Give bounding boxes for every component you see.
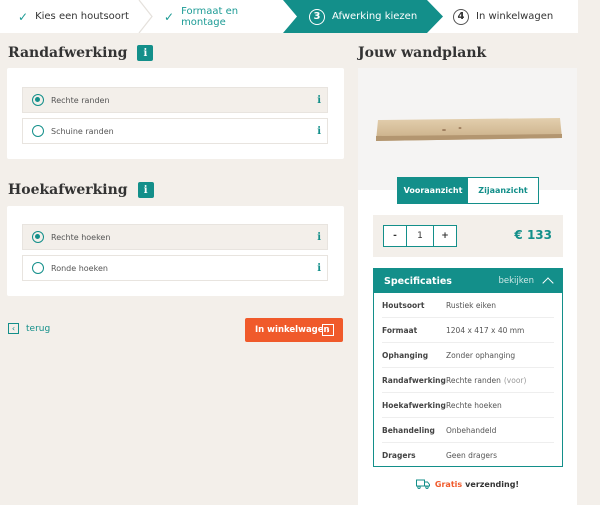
back-link[interactable]: ‹ terug xyxy=(8,323,50,334)
spec-value: Zonder ophanging xyxy=(446,350,516,360)
step-label: In winkelwagen xyxy=(476,11,554,22)
step-number: 4 xyxy=(453,8,469,25)
option-label: Schuine randen xyxy=(51,126,114,136)
option-schuine-randen[interactable]: Schuine randen i xyxy=(22,118,328,144)
specifications-title: Specificaties xyxy=(384,275,452,287)
product-panel: Vooraanzicht Zijaanzicht - 1 + € 133 Spe… xyxy=(358,68,577,505)
product-price: € 133 xyxy=(514,228,552,242)
step-formaat[interactable]: ✓ Formaat en montage xyxy=(152,0,282,33)
chevron-right-icon: › xyxy=(322,324,334,336)
radio-icon[interactable] xyxy=(32,262,44,274)
tab-zijaanzicht[interactable]: Zijaanzicht xyxy=(468,178,538,203)
quantity-price-box: - 1 + € 133 xyxy=(373,215,563,257)
spec-row: Behandeling Onbehandeld xyxy=(382,418,554,443)
radio-selected-icon[interactable] xyxy=(32,94,44,106)
option-ronde-hoeken[interactable]: Ronde hoeken i xyxy=(22,255,328,281)
spec-value: Rechte hoeken xyxy=(446,400,502,410)
spec-row: Dragers Geen dragers xyxy=(382,443,554,468)
shipping-note: Gratis verzending! xyxy=(358,479,577,489)
increase-button[interactable]: + xyxy=(434,226,456,246)
step-label: Afwerking kiezen xyxy=(332,11,418,22)
option-rechte-hoeken[interactable]: Rechte hoeken i xyxy=(22,224,328,250)
step-number: 3 xyxy=(309,8,325,25)
shelf-image xyxy=(376,118,562,141)
quantity-value[interactable]: 1 xyxy=(406,226,434,246)
info-icon[interactable]: i xyxy=(317,232,321,243)
spec-key: Formaat xyxy=(382,325,418,335)
back-label: terug xyxy=(26,323,51,334)
edge-title: Randafwerking xyxy=(8,45,128,61)
radio-selected-icon[interactable] xyxy=(32,231,44,243)
step-houtsoort[interactable]: ✓ Kies een houtsoort xyxy=(0,0,152,33)
spec-key: Randafwerking xyxy=(382,375,446,385)
view-toggle: Vooraanzicht Zijaanzicht xyxy=(397,177,539,204)
decrease-button[interactable]: - xyxy=(384,226,406,246)
product-title: Jouw wandplank xyxy=(358,45,487,61)
corner-options-panel: Rechte hoeken i Ronde hoeken i xyxy=(7,206,344,296)
spec-value: 1204 x 417 x 40 mm xyxy=(446,325,525,335)
spec-value: Geen dragers xyxy=(446,451,497,460)
check-icon: ✓ xyxy=(18,9,29,24)
spec-value: Onbehandeld xyxy=(446,425,497,435)
spec-value: Rechte randen xyxy=(446,375,501,385)
option-rechte-randen[interactable]: Rechte randen i xyxy=(22,87,328,113)
spec-note: (voor) xyxy=(503,375,527,385)
tab-vooraanzicht[interactable]: Vooraanzicht xyxy=(398,178,468,203)
truck-icon xyxy=(415,479,430,489)
option-label: Ronde hoeken xyxy=(51,263,108,273)
edge-options-panel: Rechte randen i Schuine randen i xyxy=(7,68,344,159)
free-label: Gratis xyxy=(434,479,463,489)
cart-button-label: In winkelwagen xyxy=(255,325,330,335)
spec-key: Hoekafwerking xyxy=(382,400,446,410)
active-step-overlay: 3 Afwerking kiezen xyxy=(309,0,417,33)
info-icon[interactable]: i xyxy=(137,45,154,61)
radio-icon[interactable] xyxy=(32,125,44,137)
info-icon[interactable]: i xyxy=(317,263,321,274)
spec-row: Randafwerking Rechte randen (voor) xyxy=(382,368,554,393)
info-icon[interactable]: i xyxy=(137,182,154,198)
spec-key: Houtsoort xyxy=(382,300,425,310)
option-label: Rechte randen xyxy=(51,95,110,105)
spec-row: Ophanging Zonder ophanging xyxy=(382,343,554,368)
step-divider-icon xyxy=(138,0,153,33)
spec-key: Behandeling xyxy=(382,425,435,435)
option-label: Rechte hoeken xyxy=(51,232,111,242)
spec-row: Formaat 1204 x 417 x 40 mm xyxy=(382,318,554,343)
specifications-panel: Specificaties bekijken Houtsoort Rustiek… xyxy=(373,268,563,467)
corner-section-title: Hoekafwerking i xyxy=(8,182,154,198)
edge-section-title: Randafwerking i xyxy=(8,45,154,61)
specifications-toggle[interactable]: bekijken xyxy=(498,276,534,286)
spec-key: Ophanging xyxy=(382,350,429,360)
specifications-header[interactable]: Specificaties bekijken xyxy=(374,269,562,293)
spec-row: Houtsoort Rustiek eiken xyxy=(382,293,554,318)
step-label: Formaat en montage xyxy=(181,5,239,28)
chevron-up-icon[interactable] xyxy=(542,277,554,289)
shipping-label: verzending! xyxy=(465,479,520,489)
chevron-left-icon: ‹ xyxy=(8,323,19,334)
spec-key: Dragers xyxy=(382,451,416,460)
spec-value: Rustiek eiken xyxy=(446,300,497,310)
corner-title: Hoekafwerking xyxy=(8,182,128,198)
step-label: Kies een houtsoort xyxy=(35,11,129,22)
check-icon: ✓ xyxy=(164,9,175,24)
spec-row: Hoekafwerking Rechte hoeken xyxy=(382,393,554,418)
step-winkelwagen[interactable]: 4 In winkelwagen xyxy=(427,0,577,33)
product-image-area xyxy=(358,68,577,190)
add-to-cart-button[interactable]: In winkelwagen › xyxy=(245,318,343,342)
quantity-stepper: - 1 + xyxy=(383,225,457,247)
info-icon[interactable]: i xyxy=(317,126,321,137)
info-icon[interactable]: i xyxy=(317,95,321,106)
